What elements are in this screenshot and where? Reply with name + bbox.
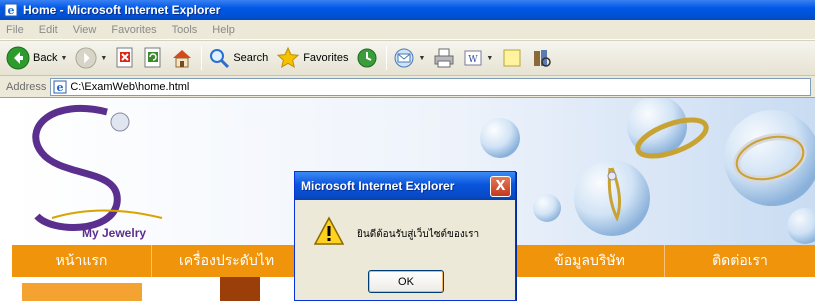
edit-dropdown-icon[interactable]: ▼ (486, 55, 493, 62)
menu-bar: File Edit View Favorites Tools Help (0, 20, 815, 40)
toolbar: Back ▼ ▼ Search Favorites ▼ W ▼ (0, 40, 815, 76)
search-icon (210, 49, 230, 69)
logo-subtitle: My Jewelry (82, 226, 147, 240)
favorites-label: Favorites (303, 52, 349, 64)
alert-dialog: Microsoft Internet Explorer X ยินดีต้อนร… (294, 171, 516, 301)
warning-icon (313, 216, 345, 245)
word-document-icon: W (464, 50, 482, 66)
nav-home[interactable]: หน้าแรก (12, 245, 152, 277)
menu-favorites[interactable]: Favorites (111, 24, 156, 36)
toolbar-separator (201, 46, 203, 70)
forward-arrow-icon (75, 47, 97, 69)
address-bar: Address e C:\ExamWeb\home.html (0, 76, 815, 98)
ie-icon: e (4, 3, 18, 17)
nav-contact[interactable]: ติดต่อเรา (665, 245, 815, 277)
svg-text:e: e (57, 81, 64, 94)
favorites-star-icon (277, 46, 300, 69)
print-icon (434, 48, 454, 68)
address-value[interactable]: C:\ExamWeb\home.html (70, 81, 189, 93)
search-label: Search (233, 52, 269, 64)
favorites-button[interactable]: Favorites (276, 46, 348, 70)
mail-button[interactable]: ▼ (393, 47, 425, 69)
stop-icon (116, 47, 133, 68)
dialog-body: ยินดีต้อนรับสู่เว็บไซต์ของเรา OK (295, 200, 515, 300)
nav-jewelry[interactable]: เครื่องประดับไท (152, 245, 302, 277)
history-button[interactable] (356, 47, 378, 69)
window-title: Home - Microsoft Internet Explorer (23, 3, 221, 17)
back-label: Back (33, 52, 58, 64)
dialog-message: ยินดีต้อนรับสู่เว็บไซต์ของเรา (357, 229, 480, 240)
menu-edit[interactable]: Edit (39, 24, 58, 36)
print-button[interactable] (433, 47, 455, 69)
refresh-icon (144, 47, 161, 68)
note-icon (503, 49, 521, 67)
back-button[interactable]: Back ▼ (6, 46, 67, 70)
mail-icon (394, 48, 414, 68)
menu-tools[interactable]: Tools (172, 24, 198, 36)
window-titlebar[interactable]: e Home - Microsoft Internet Explorer (0, 0, 815, 20)
stop-button[interactable] (115, 47, 135, 69)
toolbar-separator (386, 46, 388, 70)
svg-text:W: W (469, 55, 479, 65)
content-image (220, 277, 260, 301)
search-button[interactable]: Search (208, 47, 268, 69)
research-icon (534, 50, 552, 67)
forward-button[interactable]: ▼ (75, 47, 107, 69)
mail-dropdown-icon[interactable]: ▼ (418, 55, 425, 62)
home-button[interactable] (171, 47, 193, 69)
content-strip (22, 283, 142, 301)
edit-button[interactable]: W ▼ (463, 48, 493, 68)
back-dropdown-icon[interactable]: ▼ (60, 55, 67, 62)
address-field[interactable]: e C:\ExamWeb\home.html (50, 77, 811, 96)
nav-company-info[interactable]: ข้อมูลบริษัท (515, 245, 665, 277)
close-button[interactable]: X (490, 175, 511, 197)
forward-dropdown-icon[interactable]: ▼ (100, 55, 107, 62)
refresh-button[interactable] (143, 47, 163, 69)
svg-text:e: e (8, 4, 15, 17)
research-button[interactable] (531, 47, 553, 69)
home-icon (173, 50, 192, 68)
ok-button[interactable]: OK (368, 270, 444, 293)
menu-view[interactable]: View (73, 24, 97, 36)
menu-help[interactable]: Help (212, 24, 235, 36)
ie-page-icon: e (53, 80, 67, 94)
back-arrow-icon (6, 46, 30, 70)
close-icon: X (495, 178, 506, 194)
discuss-button[interactable] (501, 47, 523, 69)
dialog-titlebar[interactable]: Microsoft Internet Explorer X (295, 172, 515, 200)
address-label: Address (6, 80, 47, 93)
history-icon (357, 48, 377, 68)
dialog-title: Microsoft Internet Explorer (301, 179, 455, 193)
menu-file[interactable]: File (6, 24, 24, 36)
